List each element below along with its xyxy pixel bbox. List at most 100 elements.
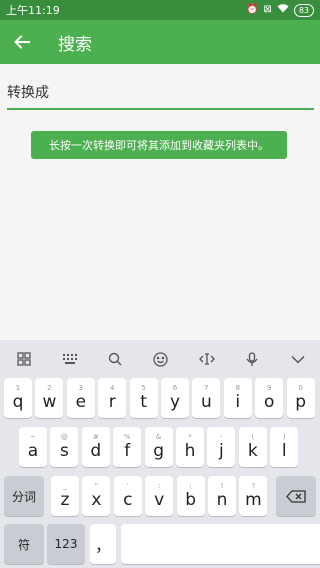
key-x[interactable]: " x [82,476,111,516]
key-e[interactable]: 3e [66,378,95,418]
key-letter: d [90,441,102,461]
key-letter: e [75,392,87,412]
key-letter: c [123,490,133,510]
mic-icon[interactable] [242,349,262,369]
key-r[interactable]: 4r [98,378,127,418]
key-letter: w [42,392,57,412]
key-hint: 2 [47,384,52,392]
search-icon[interactable] [105,349,125,369]
key-hint: ? [251,482,256,490]
app-bar: 搜索 [0,20,320,64]
space-key[interactable] [121,524,320,564]
key-hint: # [92,433,99,441]
key-g[interactable]: & g [144,427,173,467]
key-letter: k [247,441,258,461]
key-letter: f [124,441,131,461]
key-hint: 6 [172,384,178,392]
key-s[interactable]: @ s [50,427,79,467]
key-n[interactable]: ! n [208,476,236,516]
key-hint: " [94,482,98,490]
key-w[interactable]: 2w [35,378,64,418]
key-q[interactable]: 1q [4,378,32,418]
key-c[interactable]: ' c [113,476,142,516]
keyboard-row-2: ~ a @ s # d% f & g * h - j(k) l [0,427,320,467]
emoji-icon[interactable] [151,349,171,369]
key-hint: 4 [109,384,115,392]
soft-keyboard: 1q2w3e4r5t6y7u8i9o0p ~ a @ s # d% f & g * h - j(k) l … [0,340,320,568]
key-y[interactable]: 6y [161,378,189,418]
keyboard-row-1: 1q2w3e4r5t6y7u8i9o0p [0,378,320,418]
key-hint: _ [63,482,67,490]
key-hint: : [158,482,161,490]
symbol-key[interactable]: 符 [4,524,44,564]
key-l[interactable]: ) l [270,427,299,467]
key-i[interactable]: 8i [223,378,252,418]
key-o[interactable]: 9o [255,378,284,418]
key-letter: i [235,392,241,412]
key-letter: b [185,490,196,510]
collapse-icon[interactable] [288,349,308,369]
key-letter: l [281,441,287,461]
key-hint: 5 [141,384,146,392]
key-hint: % [123,433,131,441]
number-key[interactable]: 123 [47,524,85,564]
key-j[interactable]: -j [207,427,236,467]
key-letter: t [140,392,147,412]
key-h[interactable]: * h [176,427,204,467]
key-hint: 7 [204,384,209,392]
key-hint: ! [220,482,224,490]
keyboard-row-3: 分词 _ z " x ' c: v; b! n? m [0,476,320,516]
search-input[interactable] [7,77,314,107]
status-time: 上午11:19 [6,4,60,17]
key-p[interactable]: 0p [286,378,315,418]
key-m[interactable]: ? m [239,476,268,516]
cursor-icon[interactable] [197,349,217,369]
key-hint: 9 [266,384,272,392]
key-hint: 0 [298,384,303,392]
battery-icon: 83 [293,3,314,17]
keyboard-toolbar [0,340,320,378]
key-letter: g [153,441,164,461]
key-letter: p [295,392,306,412]
key-hint: ' [126,482,129,490]
key-k[interactable]: (k [238,427,267,467]
backspace-key[interactable] [276,476,316,516]
key-hint: & [155,433,162,441]
key-b[interactable]: ; b [176,476,205,516]
toast-message: 长按一次转换即可将其添加到收藏夹列表中。 [31,131,287,159]
key-letter: x [91,490,102,510]
key-letter: q [12,392,24,412]
key-t[interactable]: 5t [129,378,158,418]
key-d[interactable]: # d [81,427,110,467]
status-bar: 上午11:19 ⏰ ⊠ 83 [0,0,320,20]
back-arrow-icon [14,35,30,49]
comma-key[interactable]: ， [90,524,116,564]
fenci-key[interactable]: 分词 [4,476,44,516]
grid-icon[interactable] [14,349,34,369]
key-hint: ~ [30,433,36,441]
key-hint: 3 [78,384,84,392]
key-u[interactable]: 7u [192,378,221,418]
key-a[interactable]: ~ a [19,427,47,467]
key-hint: ) [282,433,286,441]
key-z[interactable]: _ z [51,476,79,516]
key-hint: - [220,433,223,441]
key-letter: r [108,392,116,412]
alarm-off-icon: ⏰ [245,4,259,15]
key-v[interactable]: :v [145,476,174,516]
key-letter: y [169,392,181,412]
key-letter: u [201,392,212,412]
key-letter: h [184,441,196,461]
backspace-icon [286,489,306,503]
status-icons: ⏰ ⊠ 83 [245,3,314,17]
keyboard-icon[interactable] [60,349,80,369]
key-letter: s [59,441,69,461]
key-letter: m [245,490,262,510]
key-hint: ( [251,433,255,441]
key-f[interactable]: % f [113,427,142,467]
wifi-icon [277,4,289,16]
sim-off-icon: ⊠ [263,4,272,15]
search-field-container [7,77,314,110]
key-letter: v [154,490,165,510]
back-button[interactable] [0,20,44,64]
